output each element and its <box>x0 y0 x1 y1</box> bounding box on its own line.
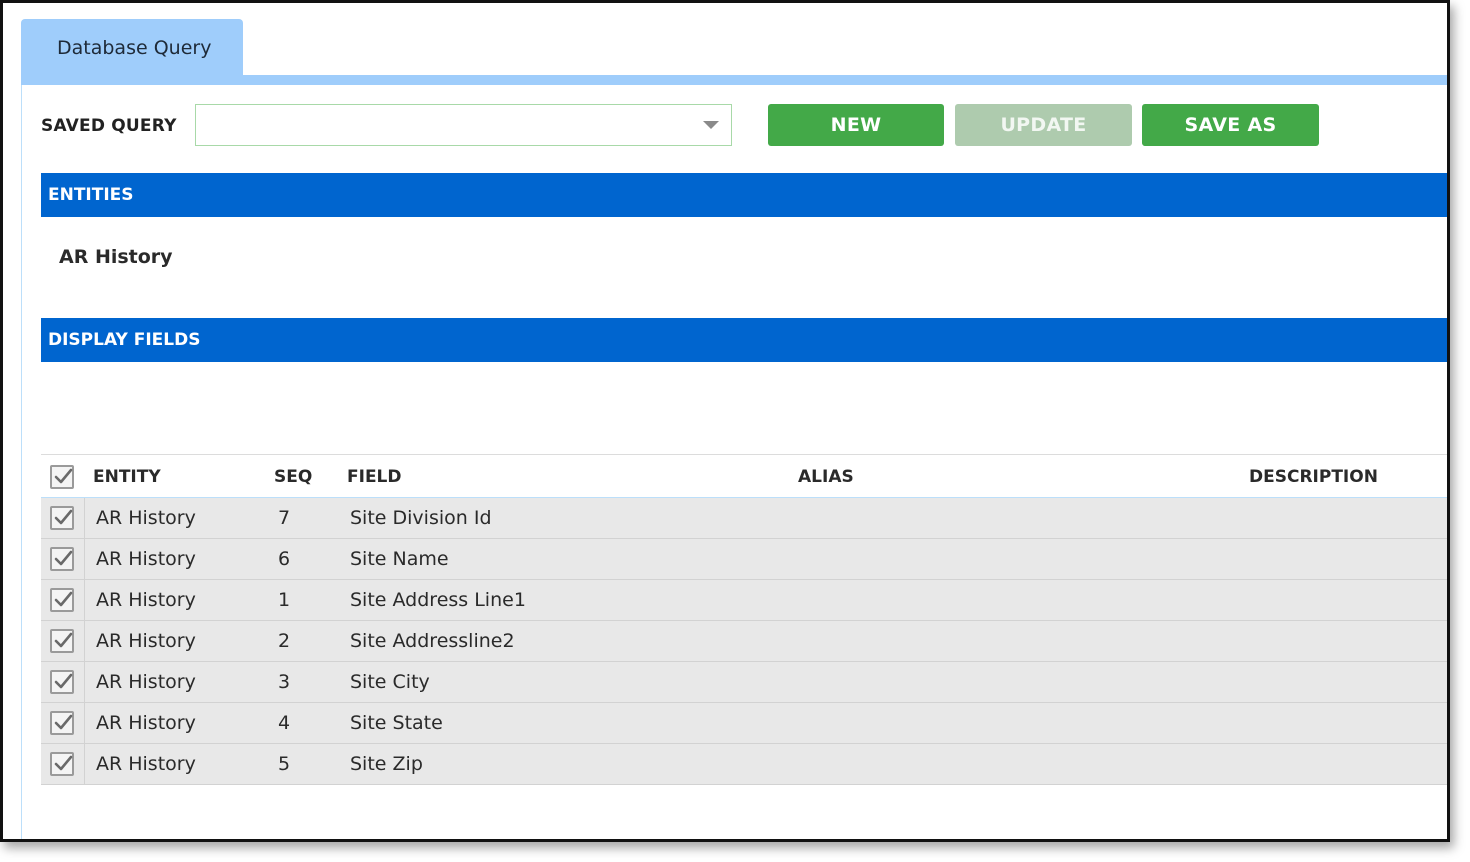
column-header-entity[interactable]: ENTITY <box>93 455 161 499</box>
chevron-down-icon[interactable] <box>703 121 719 129</box>
checkmark-icon <box>54 550 73 566</box>
entities-section-header: ENTITIES <box>41 173 1447 217</box>
row-checkbox-cell <box>41 580 85 620</box>
column-header-seq[interactable]: SEQ <box>274 455 312 499</box>
table-row[interactable]: AR History 4 Site State <box>41 703 1447 744</box>
cell-seq: 3 <box>278 671 291 693</box>
table-row[interactable]: AR History 1 Site Address Line1 <box>41 580 1447 621</box>
row-checkbox[interactable] <box>50 629 74 653</box>
checkmark-icon <box>54 468 73 484</box>
row-checkbox[interactable] <box>50 506 74 530</box>
cell-entity: AR History <box>96 507 196 529</box>
entity-item[interactable]: AR History <box>59 246 173 268</box>
cell-field: Site City <box>350 671 430 693</box>
tab-database-query[interactable]: Database Query <box>21 19 243 77</box>
cell-field: Site Name <box>350 548 449 570</box>
content-border <box>21 85 22 839</box>
row-checkbox-cell <box>41 498 85 538</box>
row-checkbox[interactable] <box>50 547 74 571</box>
cell-seq: 5 <box>278 753 291 775</box>
cell-entity: AR History <box>96 630 196 652</box>
saved-query-select[interactable] <box>195 104 732 146</box>
checkmark-icon <box>54 591 73 607</box>
table-header: ENTITY SEQ FIELD ALIAS DESCRIPTION <box>41 454 1447 499</box>
row-checkbox-cell <box>41 662 85 702</box>
cell-seq: 4 <box>278 712 291 734</box>
row-checkbox-cell <box>41 744 85 784</box>
table-row[interactable]: AR History 5 Site Zip <box>41 744 1447 785</box>
column-header-description[interactable]: DESCRIPTION <box>1249 455 1378 499</box>
checkmark-icon <box>54 509 73 525</box>
row-checkbox[interactable] <box>50 711 74 735</box>
row-checkbox[interactable] <box>50 588 74 612</box>
cell-seq: 1 <box>278 589 291 611</box>
row-checkbox-cell <box>41 539 85 579</box>
table-row[interactable]: AR History 7 Site Division Id <box>41 498 1447 539</box>
cell-entity: AR History <box>96 671 196 693</box>
checkmark-icon <box>54 714 73 730</box>
cell-field: Site Division Id <box>350 507 492 529</box>
checkmark-icon <box>54 673 73 689</box>
table-row[interactable]: AR History 2 Site Addressline2 <box>41 621 1447 662</box>
cell-entity: AR History <box>96 712 196 734</box>
row-checkbox[interactable] <box>50 752 74 776</box>
row-checkbox-cell <box>41 703 85 743</box>
cell-entity: AR History <box>96 589 196 611</box>
select-all-checkbox[interactable] <box>50 465 74 489</box>
row-checkbox-cell <box>41 621 85 661</box>
cell-field: Site Zip <box>350 753 423 775</box>
saved-query-label: SAVED QUERY <box>41 116 177 136</box>
cell-field: Site Address Line1 <box>350 589 526 611</box>
cell-entity: AR History <box>96 548 196 570</box>
cell-seq: 7 <box>278 507 291 529</box>
save-as-button[interactable]: SAVE AS <box>1142 104 1319 146</box>
display-fields-section-header: DISPLAY FIELDS <box>41 318 1447 362</box>
checkmark-icon <box>54 632 73 648</box>
row-checkbox[interactable] <box>50 670 74 694</box>
query-window: Database Query SAVED QUERY NEW UPDATE SA… <box>0 0 1450 842</box>
cell-seq: 2 <box>278 630 291 652</box>
cell-entity: AR History <box>96 753 196 775</box>
table-row[interactable]: AR History 6 Site Name <box>41 539 1447 580</box>
display-fields-table: ENTITY SEQ FIELD ALIAS DESCRIPTION AR Hi… <box>41 454 1447 785</box>
column-header-field[interactable]: FIELD <box>347 455 402 499</box>
column-header-alias[interactable]: ALIAS <box>798 455 854 499</box>
cell-field: Site State <box>350 712 443 734</box>
cell-seq: 6 <box>278 548 291 570</box>
checkmark-icon <box>54 755 73 771</box>
update-button[interactable]: UPDATE <box>955 104 1132 146</box>
tab-strip <box>21 75 1447 85</box>
cell-field: Site Addressline2 <box>350 630 515 652</box>
new-button[interactable]: NEW <box>768 104 944 146</box>
table-row[interactable]: AR History 3 Site City <box>41 662 1447 703</box>
